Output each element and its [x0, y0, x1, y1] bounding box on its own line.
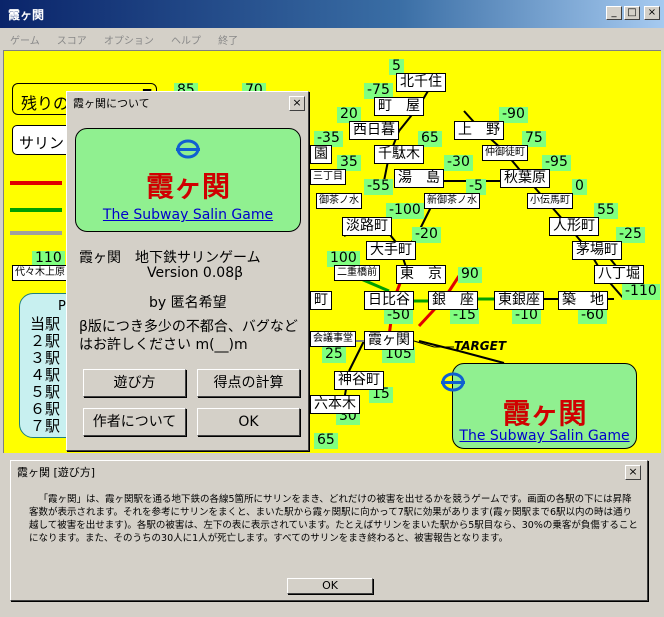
- howto-button[interactable]: 遊び方: [83, 369, 186, 397]
- subway-logo-icon: [176, 139, 200, 159]
- howto-dialog: 霞ヶ関 [遊び方] × 「霞ヶ関」は、霞ヶ関駅を通る地下鉄の各線5箇所にサリンを…: [10, 460, 648, 601]
- station-yoyogiuehara[interactable]: 代々木上原: [12, 265, 68, 281]
- menu-help[interactable]: ヘルプ: [171, 28, 201, 47]
- menu-score[interactable]: スコア: [57, 28, 87, 47]
- station-kasumigaseki[interactable]: 霞ヶ関: [364, 331, 414, 350]
- station-edge-sono[interactable]: 園: [310, 145, 332, 164]
- board-logo-title: 霞ヶ関: [502, 397, 587, 430]
- app-version: Version 0.08β: [147, 265, 244, 281]
- count: -110: [622, 284, 660, 300]
- station-ginza[interactable]: 銀 座: [428, 291, 478, 310]
- damage-row: ６駅: [30, 400, 61, 418]
- station-kamiyacho[interactable]: 神谷町: [334, 371, 384, 390]
- howto-close-button[interactable]: ×: [625, 465, 641, 480]
- about-close-button[interactable]: ×: [289, 96, 305, 111]
- station-higashiginza[interactable]: 東銀座: [494, 291, 544, 310]
- station-ningyocho[interactable]: 人形町: [549, 217, 599, 236]
- station-hatchobori[interactable]: 八丁堀: [594, 265, 644, 284]
- damage-row: ４駅: [30, 366, 61, 384]
- window-title: 霞ヶ関: [8, 8, 45, 22]
- menu-bar: ゲーム スコア オプション ヘルプ 終了: [0, 28, 664, 48]
- station-kodenmacho[interactable]: 小伝馬町: [527, 193, 573, 209]
- about-logo: 霞ヶ関 The Subway Salin Game: [75, 128, 301, 232]
- station-roppongi[interactable]: 六本木: [310, 395, 360, 414]
- count: -20: [412, 227, 441, 243]
- board-logo-subtitle: The Subway Salin Game: [459, 428, 630, 444]
- station-akihabara[interactable]: 秋葉原: [500, 169, 550, 188]
- station-nijubashimae[interactable]: 二重橋前: [334, 265, 380, 281]
- about-logo-title: 霞ヶ関: [145, 170, 230, 203]
- count: -10: [512, 308, 541, 324]
- beta-note: β版につき多少の不都合、バグなどはお許しください m(__)m: [79, 319, 298, 353]
- count: -30: [444, 155, 473, 171]
- app-author: by 匿名希望: [149, 295, 227, 311]
- damage-row: ７駅: [30, 417, 61, 435]
- station-otemachi[interactable]: 大手町: [366, 241, 416, 260]
- station-tokyo[interactable]: 東 京: [396, 265, 446, 284]
- damage-table-header: P: [58, 299, 66, 314]
- count: -55: [364, 179, 393, 195]
- count: 25: [322, 347, 346, 363]
- station-ueno[interactable]: 上 野: [454, 121, 504, 140]
- station-awajicho[interactable]: 淡路町: [342, 217, 392, 236]
- about-logo-subtitle: The Subway Salin Game: [102, 207, 274, 223]
- score-calc-button[interactable]: 得点の計算: [197, 369, 300, 397]
- station-nishinippori[interactable]: 西日暮: [349, 121, 399, 140]
- maximize-button[interactable]: □: [624, 6, 640, 20]
- about-dialog: 霞ヶ関について × 霞ヶ関 The Subway Salin Game 霞ヶ関 …: [66, 91, 309, 451]
- about-ok-button[interactable]: OK: [197, 408, 300, 436]
- howto-dialog-title: 霞ヶ関 [遊び方]: [13, 463, 645, 483]
- title-bar[interactable]: 霞ヶ関 _ □ ×: [0, 0, 664, 28]
- damage-row: ３駅: [30, 349, 61, 367]
- count: -50: [384, 308, 413, 324]
- main-window: 霞ヶ関 _ □ × ゲーム スコア オプション ヘルプ 終了 残りの サリン 1…: [0, 0, 664, 617]
- howto-ok-button[interactable]: OK: [287, 578, 373, 594]
- station-sendagi[interactable]: 千駄木: [374, 145, 424, 164]
- remaining-label: 残りの: [21, 94, 70, 113]
- damage-row: ２駅: [30, 332, 61, 350]
- station-kokkaigijidomae[interactable]: 会議事堂: [310, 331, 356, 347]
- minimize-button[interactable]: _: [606, 6, 622, 20]
- howto-text: 「霞ヶ関」は、霞ヶ関駅を通る地下鉄の各線5箇所にサリンをまき、どれだけの被害を出…: [29, 494, 638, 544]
- station-kayabacho[interactable]: 茅場町: [572, 241, 622, 260]
- station-machiya[interactable]: 町 屋: [374, 97, 424, 116]
- subway-logo-icon: [441, 372, 465, 392]
- damage-row: ５駅: [30, 383, 61, 401]
- close-button[interactable]: ×: [644, 6, 660, 20]
- station-edge-cho[interactable]: 町: [310, 291, 332, 310]
- menu-exit[interactable]: 終了: [218, 28, 238, 47]
- count: 90: [458, 267, 482, 283]
- station-tsukiji[interactable]: 築 地: [558, 291, 608, 310]
- about-author-button[interactable]: 作者について: [83, 408, 186, 436]
- count: -15: [450, 308, 479, 324]
- count: 0: [572, 179, 587, 195]
- station-nakaokachimachi[interactable]: 仲御徒町: [482, 145, 528, 161]
- station-ochanomizu[interactable]: 御茶ノ水: [316, 193, 362, 209]
- menu-game[interactable]: ゲーム: [10, 28, 40, 47]
- about-dialog-title: 霞ヶ関について: [69, 94, 306, 114]
- station-kitasenju[interactable]: 北千住: [396, 73, 446, 92]
- board-logo: 霞ヶ関 The Subway Salin Game: [441, 363, 637, 449]
- count: -60: [578, 308, 607, 324]
- count: 65: [314, 433, 338, 449]
- station-hibiya[interactable]: 日比谷: [364, 291, 414, 310]
- station-sanchome[interactable]: 三丁目: [310, 169, 346, 185]
- damage-row: 当駅: [30, 315, 61, 333]
- app-name: 霞ヶ関 地下鉄サリンゲーム: [79, 250, 261, 266]
- menu-option[interactable]: オプション: [104, 28, 154, 47]
- station-shinochanomizu[interactable]: 新御茶ノ水: [424, 193, 480, 209]
- station-yushima[interactable]: 湯 島: [394, 169, 444, 188]
- target-label: TARGET: [454, 339, 507, 353]
